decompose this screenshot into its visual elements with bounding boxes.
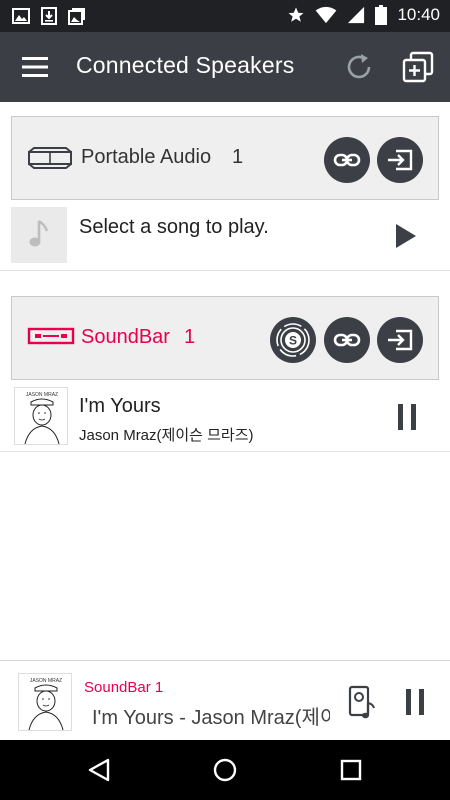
input-source-icon xyxy=(388,149,413,171)
speaker-count: 1 xyxy=(184,326,196,348)
play-icon[interactable] xyxy=(392,221,420,251)
now-playing-row-portable-audio[interactable]: Select a song to play. xyxy=(0,201,450,271)
portable-speaker-icon xyxy=(28,147,72,169)
status-bar: 10:40 xyxy=(0,0,450,32)
surround-s-icon: S xyxy=(276,323,310,357)
link-icon xyxy=(333,333,361,347)
image-icon xyxy=(12,8,30,24)
album-label: JASON MRAZ xyxy=(26,392,58,398)
input-source-icon xyxy=(388,329,413,351)
mini-pause-icon[interactable] xyxy=(404,688,426,716)
refresh-icon[interactable] xyxy=(342,50,376,84)
pause-icon[interactable] xyxy=(396,403,418,431)
status-time: 10:40 xyxy=(397,5,440,24)
select-song-text: Select a song to play. xyxy=(79,216,269,238)
album-art-drawing: JASON MRAZ xyxy=(24,392,60,444)
link-icon xyxy=(333,153,361,167)
speaker-group-soundbar[interactable]: SoundBar 1 S xyxy=(11,296,439,380)
music-note-icon xyxy=(29,220,49,247)
signal-icon xyxy=(348,6,365,24)
album-label: JASON MRAZ xyxy=(30,678,62,684)
mini-album-art: JASON MRAZ xyxy=(18,673,72,731)
track-artist: Jason Mraz(제이슨 므라즈) xyxy=(79,427,254,444)
add-group-icon[interactable] xyxy=(400,50,436,86)
battery-icon xyxy=(375,5,388,25)
soundbar-icon xyxy=(27,327,75,345)
track-title: I'm Yours xyxy=(79,395,161,417)
speaker-count: 1 xyxy=(232,146,244,168)
svg-text:S: S xyxy=(289,334,297,348)
link-button[interactable] xyxy=(324,137,370,183)
mini-player[interactable]: JASON MRAZ SoundBar 1 I'm Yours - Jason … xyxy=(0,660,450,740)
back-icon[interactable] xyxy=(86,757,112,783)
nav-bar xyxy=(0,740,450,800)
menu-icon[interactable] xyxy=(18,54,52,80)
link-button[interactable] xyxy=(324,317,370,363)
speaker-group-portable-audio[interactable]: Portable Audio 1 xyxy=(11,116,439,200)
now-playing-row-soundbar[interactable]: JASON MRAZ I'm Yours Jason Mraz(제이슨 므라즈) xyxy=(0,381,450,452)
input-source-button[interactable] xyxy=(377,317,423,363)
home-icon[interactable] xyxy=(212,757,238,783)
app-bar: Connected Speakers xyxy=(0,32,450,102)
album-art: JASON MRAZ xyxy=(14,387,68,445)
download-icon xyxy=(41,7,57,25)
mini-track-text: I'm Yours - Jason Mraz(제이슨 므라즈) xyxy=(92,707,330,729)
wifi-icon xyxy=(316,6,337,24)
star-icon xyxy=(288,7,304,22)
album-art-drawing: JASON MRAZ xyxy=(28,678,64,730)
speaker-name: SoundBar xyxy=(81,326,170,348)
speaker-name: Portable Audio xyxy=(81,146,212,168)
photo-stack-icon xyxy=(68,8,85,25)
page-title: Connected Speakers xyxy=(76,52,295,78)
mini-speaker-name: SoundBar 1 xyxy=(84,679,164,696)
recents-icon[interactable] xyxy=(338,757,364,783)
input-source-button[interactable] xyxy=(377,137,423,183)
album-placeholder xyxy=(11,207,67,263)
device-music-icon[interactable] xyxy=(348,685,376,719)
surround-button[interactable]: S xyxy=(270,317,316,363)
